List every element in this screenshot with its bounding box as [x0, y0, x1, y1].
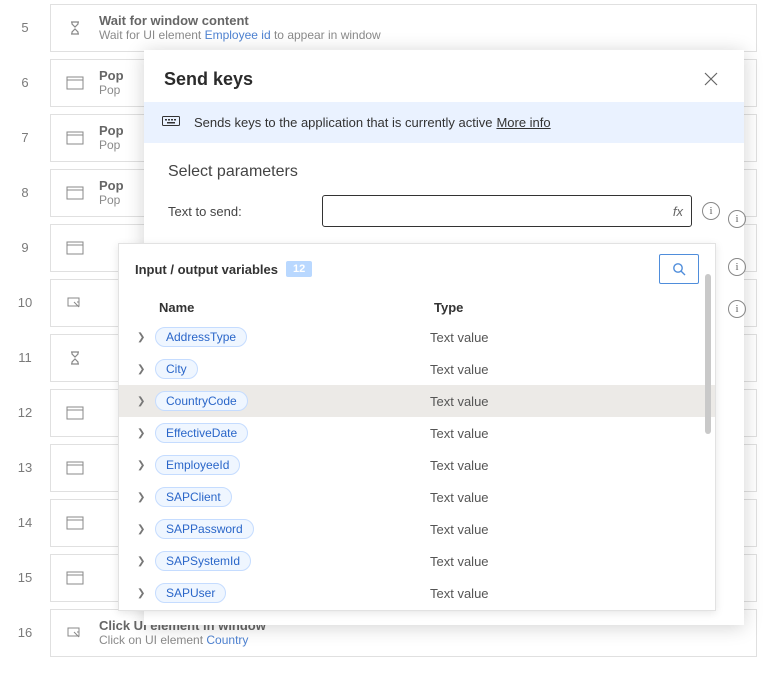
- step-number: 5: [0, 20, 50, 35]
- window-icon: [63, 186, 87, 200]
- info-icon[interactable]: i: [728, 300, 746, 318]
- window-icon: [63, 406, 87, 420]
- step-number: 8: [0, 185, 50, 200]
- variable-row[interactable]: ❯CountryCode Text value: [119, 385, 715, 417]
- step-subtitle: Click on UI element Country: [99, 633, 266, 647]
- chevron-right-icon[interactable]: ❯: [137, 396, 155, 407]
- scrollbar[interactable]: [705, 274, 711, 434]
- variable-row[interactable]: ❯AddressType Text value: [119, 321, 715, 353]
- text-to-send-input[interactable]: fx: [322, 195, 692, 227]
- variable-type: Text value: [430, 554, 703, 569]
- close-icon[interactable]: [698, 66, 724, 92]
- step-number: 9: [0, 240, 50, 255]
- variable-name-pill[interactable]: SAPPassword: [155, 519, 254, 539]
- window-icon: [63, 461, 87, 475]
- click-icon: [63, 625, 87, 641]
- send-keys-dialog: Send keys Sends keys to the application …: [144, 50, 744, 625]
- variable-type: Text value: [430, 586, 703, 601]
- step-subtitle: Pop: [99, 83, 124, 97]
- step-number: 16: [0, 625, 50, 640]
- chevron-right-icon[interactable]: ❯: [137, 460, 155, 471]
- hourglass-icon: [63, 20, 87, 36]
- fx-button[interactable]: fx: [673, 204, 683, 219]
- step-number: 15: [0, 570, 50, 585]
- variable-row[interactable]: ❯SAPUser Text value: [119, 577, 715, 609]
- dialog-title: Send keys: [164, 69, 698, 90]
- chevron-right-icon[interactable]: ❯: [137, 492, 155, 503]
- step-link[interactable]: Employee id: [205, 28, 271, 42]
- variable-row[interactable]: ❯EmployeeId Text value: [119, 449, 715, 481]
- click-icon: [63, 295, 87, 311]
- variable-row[interactable]: ❯EffectiveDate Text value: [119, 417, 715, 449]
- step-title: Pop: [99, 68, 124, 83]
- window-icon: [63, 516, 87, 530]
- variable-name-pill[interactable]: CountryCode: [155, 391, 248, 411]
- step-subtitle: Pop: [99, 193, 124, 207]
- step-link[interactable]: Country: [206, 633, 248, 647]
- info-icon[interactable]: i: [728, 210, 746, 228]
- column-type-header: Type: [434, 300, 687, 315]
- variable-name-pill[interactable]: EmployeeId: [155, 455, 240, 475]
- step-number: 6: [0, 75, 50, 90]
- column-name-header: Name: [159, 300, 434, 315]
- variables-popup: Input / output variables 12 Name Type ❯A…: [118, 243, 716, 611]
- info-icon[interactable]: i: [728, 258, 746, 276]
- variable-name-pill[interactable]: SAPUser: [155, 583, 226, 603]
- chevron-right-icon[interactable]: ❯: [137, 332, 155, 343]
- info-icon[interactable]: i: [702, 202, 720, 220]
- variable-type: Text value: [430, 458, 703, 473]
- select-parameters-label: Select parameters: [144, 143, 744, 191]
- flow-step[interactable]: 5 Wait for window contentWait for UI elem…: [0, 0, 769, 55]
- step-number: 11: [0, 350, 50, 365]
- window-icon: [63, 571, 87, 585]
- variable-row[interactable]: ❯SAPSystemId Text value: [119, 545, 715, 577]
- variable-name-pill[interactable]: City: [155, 359, 198, 379]
- chevron-right-icon[interactable]: ❯: [137, 588, 155, 599]
- chevron-right-icon[interactable]: ❯: [137, 428, 155, 439]
- variable-name-pill[interactable]: EffectiveDate: [155, 423, 248, 443]
- search-button[interactable]: [659, 254, 699, 284]
- step-number: 10: [0, 295, 50, 310]
- step-subtitle: Wait for UI element Employee id to appea…: [99, 28, 381, 42]
- variable-row[interactable]: ❯SAPPassword Text value: [119, 513, 715, 545]
- chevron-right-icon[interactable]: ❯: [137, 524, 155, 535]
- window-icon: [63, 241, 87, 255]
- variable-type: Text value: [430, 426, 703, 441]
- variable-type: Text value: [430, 522, 703, 537]
- variable-row[interactable]: ❯City Text value: [119, 353, 715, 385]
- window-icon: [63, 76, 87, 90]
- variable-type: Text value: [430, 330, 703, 345]
- step-title: Pop: [99, 123, 124, 138]
- step-number: 7: [0, 130, 50, 145]
- text-to-send-label: Text to send:: [168, 204, 322, 219]
- variable-name-pill[interactable]: SAPSystemId: [155, 551, 251, 571]
- variable-name-pill[interactable]: AddressType: [155, 327, 247, 347]
- variables-header-label: Input / output variables: [135, 262, 278, 277]
- variable-row[interactable]: ❯SAPClient Text value: [119, 481, 715, 513]
- more-info-link[interactable]: More info: [496, 115, 550, 130]
- step-title: Wait for window content: [99, 13, 381, 28]
- step-subtitle: Pop: [99, 138, 124, 152]
- step-number: 13: [0, 460, 50, 475]
- variable-type: Text value: [430, 394, 703, 409]
- step-number: 12: [0, 405, 50, 420]
- hourglass-icon: [63, 350, 87, 366]
- chevron-right-icon[interactable]: ❯: [137, 364, 155, 375]
- step-number: 14: [0, 515, 50, 530]
- variable-type: Text value: [430, 362, 703, 377]
- variables-count-badge: 12: [286, 261, 312, 277]
- chevron-right-icon[interactable]: ❯: [137, 556, 155, 567]
- variable-name-pill[interactable]: SAPClient: [155, 487, 232, 507]
- info-banner: Sends keys to the application that is cu…: [144, 102, 744, 143]
- keyboard-icon: [162, 114, 180, 131]
- step-title: Pop: [99, 178, 124, 193]
- window-icon: [63, 131, 87, 145]
- info-text: Sends keys to the application that is cu…: [194, 115, 492, 130]
- variable-type: Text value: [430, 490, 703, 505]
